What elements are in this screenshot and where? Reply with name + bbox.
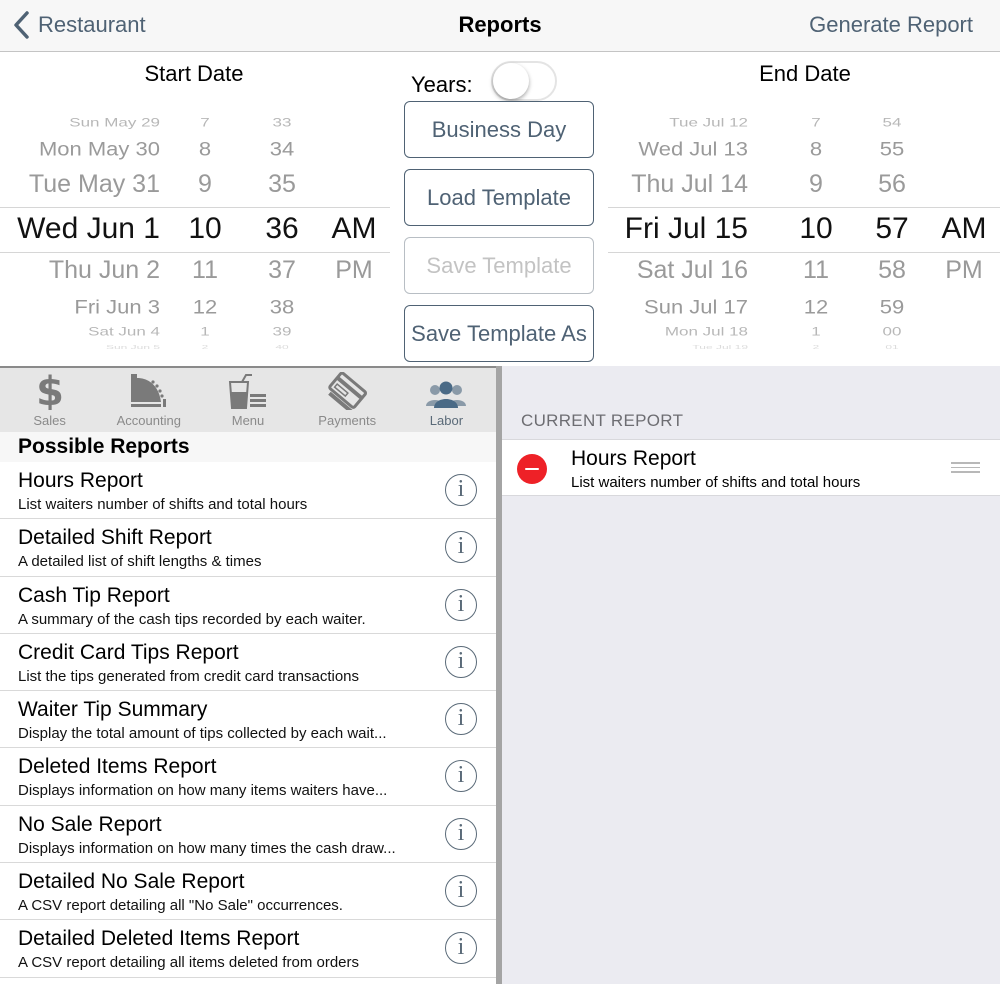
ampm-wheel[interactable]: AM PM — [0, 111, 390, 351]
current-report-header: CURRENT REPORT — [521, 411, 684, 430]
years-label: Years: — [411, 72, 473, 97]
tab-payments[interactable]: Payments — [298, 368, 397, 432]
report-description: A summary of the cash tips recorded by e… — [18, 610, 366, 628]
chevron-left-icon — [14, 11, 29, 39]
possible-reports-header: Possible Reports — [0, 432, 496, 462]
current-report-description: List waiters number of shifts and total … — [571, 474, 861, 491]
report-title: Detailed No Sale Report — [18, 870, 245, 894]
info-icon[interactable]: i — [445, 531, 477, 564]
toggle-knob — [492, 63, 529, 99]
report-title: Deleted Items Report — [18, 755, 217, 779]
report-row[interactable]: Cash Tip Report A summary of the cash tip… — [0, 577, 496, 634]
report-row[interactable]: Credit Card Tips Report List the tips gen… — [0, 634, 496, 692]
report-description: List waiters number of shifts and total … — [18, 496, 308, 513]
years-toggle-group: Years: — [411, 57, 557, 101]
svg-text:$: $ — [36, 370, 64, 410]
tab-label: Menu — [231, 413, 265, 428]
drink-menu-icon — [228, 368, 268, 412]
ampm-option[interactable]: AM — [942, 212, 987, 246]
report-row[interactable]: Deleted Items Report Displays information… — [0, 748, 496, 806]
cash-register-icon — [129, 368, 169, 412]
generate-report-button[interactable]: Generate Report — [809, 12, 973, 38]
info-icon[interactable]: i — [445, 932, 477, 965]
save-template-button: Save Template — [404, 237, 594, 294]
report-title: Detailed Deleted Items Report — [18, 927, 300, 951]
info-icon[interactable]: i — [445, 474, 477, 506]
info-icon[interactable]: i — [445, 817, 477, 850]
back-button[interactable]: Restaurant — [12, 8, 146, 42]
delete-report-button[interactable] — [517, 454, 547, 484]
tab-accounting[interactable]: Accounting — [99, 368, 198, 432]
report-row[interactable]: No Sale Report Displays information on ho… — [0, 806, 496, 864]
end-date-label: End Date — [759, 61, 851, 86]
info-icon[interactable]: i — [445, 875, 477, 908]
report-description: A CSV report detailing all items deleted… — [18, 954, 359, 972]
current-report-title: Hours Report — [571, 447, 696, 470]
report-row[interactable]: Detailed No Sale Report A CSV report deta… — [0, 863, 496, 921]
possible-reports-pane: $ Sales Accounting Menu Payments Labor P… — [0, 366, 496, 984]
ampm-option[interactable]: PM — [945, 256, 983, 285]
report-title: No Sale Report — [18, 812, 162, 836]
save-template-as-button[interactable]: Save Template As — [404, 305, 594, 362]
report-description: Displays information on how many items w… — [18, 782, 388, 800]
info-icon[interactable]: i — [445, 760, 477, 793]
tab-label: Accounting — [116, 413, 181, 428]
report-row[interactable]: Detailed Shift Report A detailed list of … — [0, 519, 496, 577]
people-icon — [426, 368, 467, 412]
current-report-pane: CURRENT REPORT Hours Report List waiters… — [502, 366, 1000, 984]
report-title: Cash Tip Report — [18, 583, 170, 607]
category-tab-bar: $ Sales Accounting Menu Payments Labor — [0, 368, 496, 432]
dollar-icon: $ — [35, 368, 65, 412]
info-icon[interactable]: i — [445, 645, 477, 678]
tab-labor[interactable]: Labor — [397, 368, 496, 432]
report-row[interactable]: Waiter Tip Summary Display the total amou… — [0, 691, 496, 749]
report-description: A detailed list of shift lengths & times — [18, 553, 262, 571]
template-buttons: Business Day Load Template Save Template… — [404, 101, 594, 373]
info-icon[interactable]: i — [445, 588, 477, 621]
tab-label: Sales — [33, 413, 66, 428]
tab-label: Labor — [429, 413, 464, 428]
report-title: Credit Card Tips Report — [18, 640, 239, 664]
tab-sales[interactable]: $ Sales — [0, 368, 99, 432]
start-date-label: Start Date — [144, 61, 244, 86]
tab-label: Payments — [318, 413, 377, 428]
possible-reports-list: Hours Report List waiters number of shift… — [0, 462, 496, 978]
report-description: A CSV report detailing all "No Sale" occ… — [18, 897, 343, 915]
report-row[interactable]: Detailed Deleted Items Report A CSV repor… — [0, 920, 496, 978]
end-date-picker[interactable]: Mon Jul 11Tue Jul 12Wed Jul 13Thu Jul 14… — [608, 111, 1000, 351]
report-title: Waiter Tip Summary — [18, 698, 208, 722]
current-report-row[interactable]: Hours Report List waiters number of shif… — [502, 439, 1000, 496]
ampm-wheel[interactable]: AM PM — [608, 111, 1000, 351]
tab-menu[interactable]: Menu — [198, 368, 297, 432]
back-button-label: Restaurant — [38, 12, 146, 37]
start-date-picker[interactable]: Sat May 28Sun May 29Mon May 30Tue May 31… — [0, 111, 390, 351]
credit-card-icon — [325, 368, 369, 412]
report-title: Detailed Shift Report — [18, 526, 212, 550]
report-description: List the tips generated from credit card… — [18, 667, 360, 685]
report-title: Hours Report — [18, 469, 143, 492]
years-toggle[interactable] — [490, 61, 557, 101]
report-description: Display the total amount of tips collect… — [18, 725, 387, 743]
navigation-bar: Restaurant Reports Generate Report — [0, 0, 1000, 52]
ampm-option[interactable]: PM — [335, 256, 373, 285]
ampm-option[interactable]: AM — [332, 212, 377, 246]
business-day-button[interactable]: Business Day — [404, 101, 594, 158]
info-icon[interactable]: i — [445, 703, 477, 736]
report-description: Displays information on how many times t… — [18, 839, 396, 857]
load-template-button[interactable]: Load Template — [404, 169, 594, 226]
report-row[interactable]: Hours Report List waiters number of shift… — [0, 462, 496, 520]
reorder-handle-icon[interactable] — [951, 462, 980, 474]
